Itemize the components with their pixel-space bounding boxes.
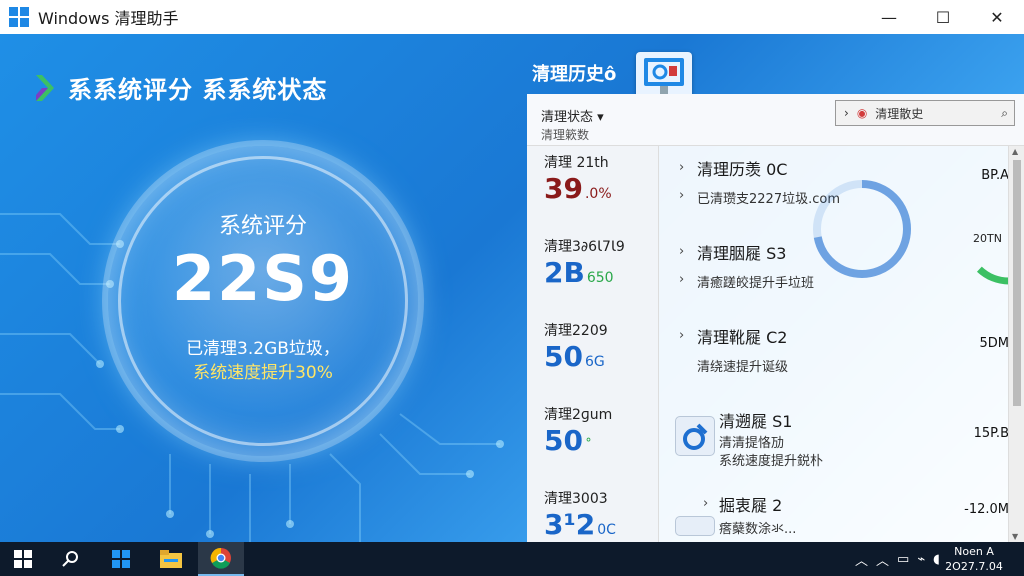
window-controls: — ☐ ✕	[862, 0, 1024, 34]
taskbar-cleaner-app[interactable]	[98, 542, 144, 576]
stat-value: 39.0%	[544, 172, 612, 205]
row-subtitle: 清清提恪劢	[719, 436, 785, 451]
chrome-icon	[210, 547, 231, 569]
row-title: 掘衷屣 2	[719, 496, 783, 515]
stat-value: 50 ˚	[544, 424, 592, 457]
network-icon[interactable]: ⌁	[917, 552, 925, 567]
chevron-right-icon: ›	[679, 160, 685, 175]
windows-start-icon	[14, 550, 32, 568]
history-row[interactable]: 清遡屣 S1 清清提恪劢 系统速度提升鋭朴 15P.B	[659, 408, 1009, 488]
row-subtitle: 清绕速提升诞级	[697, 360, 789, 375]
score-label: 系统评分	[218, 214, 307, 239]
stats-column: 清理 21th 39.0% 清理3∂6Ɩ7Ɩ9 2B 650 清理2209 50 6…	[527, 146, 659, 542]
clock-date: 2O27.7.04	[945, 560, 1003, 573]
scroll-up-icon[interactable]: ▲	[1012, 147, 1018, 156]
stat-item[interactable]: 清理2209 50 6G	[544, 320, 659, 373]
search-text: 清理散史	[875, 106, 924, 121]
stat-item[interactable]: 清理2ɡum 50 ˚	[544, 404, 659, 457]
stat-item[interactable]: 清理 21th 39.0%	[544, 152, 659, 205]
app-title: Windows 清理助手	[38, 9, 179, 28]
green-progress-ring: 20TN	[962, 191, 1009, 285]
section-header: 系系统评分 系系统状态	[34, 70, 327, 105]
cleanup-app-icon	[675, 516, 715, 536]
row-size: -12.0M	[964, 502, 1009, 517]
progress-ring-chart	[813, 180, 911, 278]
search-button[interactable]	[48, 542, 94, 576]
header-title: 系系统评分 系系统状态	[68, 76, 328, 104]
taskbar: ︿ ︿ ▭ ⌁ ◖ Noen A 2O27.7.04	[0, 542, 1024, 576]
history-row[interactable]: › 掘衷屣 2 瘩蘖数涂氺... -12.0M	[659, 492, 1009, 542]
speed-improvement: 系统速度提升30%	[193, 363, 333, 383]
history-row[interactable]: › 清理靴屣 C2 清绕速提升诞级 5DM	[659, 324, 1009, 404]
score-value: 22S9	[171, 242, 355, 315]
stat-label: 清理3003	[544, 491, 608, 507]
status-subtitle: 清理簌数	[541, 128, 590, 142]
row-subtitle: 清癒蹉皎提升手垃班	[697, 276, 815, 291]
system-tray: ︿ ︿ ▭ ⌁ ◖	[855, 542, 940, 576]
ring-size-label: 20TN	[973, 232, 1002, 245]
taskbar-file-explorer[interactable]	[148, 542, 194, 576]
history-panel: 清理状态 ▾ 清理簌数 › ◉ 清理散史 ⌕ 清理 21th 39.0% 清理3…	[527, 94, 1024, 542]
row-title: 清理胭屣 S3	[697, 244, 787, 263]
cleaned-summary: 已清理3.2GB垃圾，	[186, 339, 340, 359]
vertical-scrollbar[interactable]: ▲ ▼	[1008, 146, 1024, 542]
cleanup-app-icon	[675, 416, 715, 456]
chevron-right-icon: ›	[703, 496, 709, 511]
maximize-button[interactable]: ☐	[916, 0, 970, 34]
stat-label: 清理2209	[544, 323, 608, 339]
row-size: BP.A	[981, 168, 1009, 183]
stat-item[interactable]: 清理3003 3¹2 0C	[544, 488, 659, 541]
row-title: 清遡屣 S1	[719, 412, 793, 431]
clock-time: Noen A	[954, 545, 994, 558]
chevron-right-icon: ›	[679, 188, 685, 203]
stat-value: 2B 650	[544, 256, 614, 289]
status-dropdown[interactable]: 清理状态 ▾	[541, 106, 604, 125]
chevron-up-icon[interactable]: ︿	[855, 550, 868, 569]
search-icon: ⌕	[1001, 105, 1008, 120]
history-rows: › 清理历羡 0C › 已清瓒支2227垃圾.com BP.A › 清理胭屣 S…	[659, 146, 1009, 542]
panel-header: 清理状态 ▾ 清理簌数 › ◉ 清理散史 ⌕	[527, 94, 1024, 146]
title-bar: Windows 清理助手 — ☐ ✕	[0, 0, 1024, 34]
row-title: 清理历羡 0C	[697, 160, 788, 179]
minimize-button[interactable]: —	[862, 0, 916, 34]
battery-icon[interactable]: ▭	[897, 552, 909, 567]
row-size: 5DM	[979, 336, 1010, 351]
folder-icon	[160, 550, 182, 568]
taskbar-clock[interactable]: Noen A 2O27.7.04	[944, 544, 1004, 574]
scrollbar-thumb[interactable]	[1013, 160, 1021, 406]
scroll-down-icon[interactable]: ▼	[1012, 532, 1018, 541]
main-area: 系系统评分 系系统状态 系统评分 22S9 已清理3.2GB垃圾， 系统速度提升…	[0, 34, 1024, 542]
row-subtitle-2: 系统速度提升鋭朴	[719, 454, 824, 469]
stat-label: 清理3∂6Ɩ7Ɩ9	[544, 239, 625, 255]
row-subtitle: 瘩蘖数涂氺...	[719, 522, 797, 537]
app-chevron-logo-icon	[36, 74, 54, 101]
chevron-right-icon: ›	[844, 106, 849, 120]
volume-icon[interactable]: ◖	[933, 552, 940, 567]
stat-item[interactable]: 清理3∂6Ɩ7Ɩ9 2B 650	[544, 236, 659, 289]
row-title: 清理靴屣 C2	[697, 328, 788, 347]
search-app-icon: ◉	[856, 106, 868, 120]
search-icon	[62, 551, 78, 567]
score-circle: 系统评分 22S9 已清理3.2GB垃圾， 系统速度提升30%	[108, 146, 418, 456]
taskbar-chrome[interactable]	[198, 542, 244, 576]
stat-value: 50 6G	[544, 340, 605, 373]
chevron-right-icon: ›	[679, 244, 685, 259]
stat-value: 3¹2 0C	[544, 508, 616, 541]
history-title: 清理历史ô	[532, 64, 617, 85]
cleaner-app-icon	[112, 550, 130, 568]
windows-logo-icon	[9, 7, 29, 27]
chevron-right-icon: ›	[679, 328, 685, 343]
chevron-up-icon[interactable]: ︿	[876, 550, 889, 569]
close-button[interactable]: ✕	[970, 0, 1024, 34]
row-size: 15P.B	[973, 426, 1009, 441]
chevron-right-icon: ›	[679, 272, 685, 287]
history-search-field[interactable]: › ◉ 清理散史 ⌕	[835, 100, 1015, 126]
start-button[interactable]	[0, 542, 46, 576]
stat-label: 清理2ɡum	[544, 407, 613, 423]
stat-label: 清理 21th	[544, 155, 609, 171]
